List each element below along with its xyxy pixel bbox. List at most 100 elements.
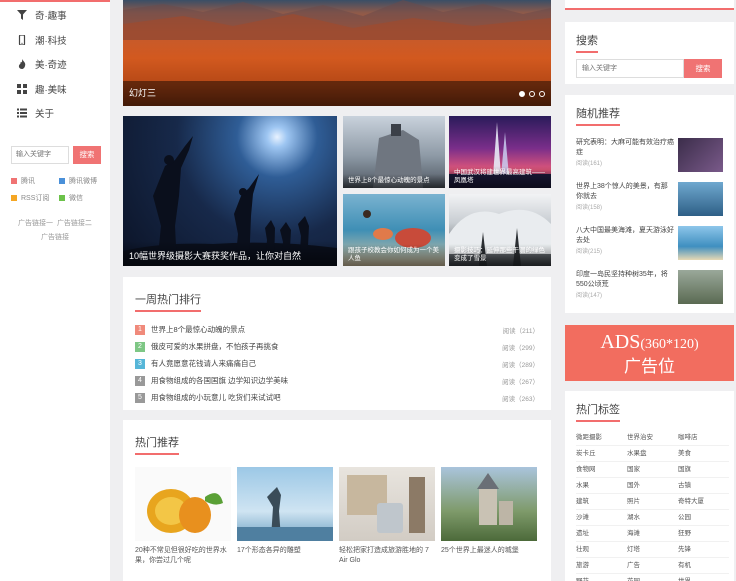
recommend-item[interactable]: 17个形态各异的雕塑	[237, 467, 333, 566]
gallery-item[interactable]: 中国武汉将建世界最高建筑——凤凰塔	[449, 116, 551, 188]
sidebar-item-meiqiji[interactable]: 美·奇迹	[0, 52, 110, 77]
tag-link[interactable]: 古镇	[678, 478, 729, 494]
slider-dot[interactable]	[519, 91, 525, 97]
sidebar-item-label: 美·奇迹	[35, 60, 67, 72]
tag-link[interactable]: 照片	[627, 494, 678, 510]
recommend-text: 25个世界上最迷人的城堡	[441, 547, 519, 554]
ranking-views: 阅读（263）	[502, 395, 539, 403]
random-title: 八大中国最美海滩，夏天游泳好去处	[576, 227, 674, 244]
right-search-input[interactable]	[576, 59, 684, 78]
random-item[interactable]: 印度一岛民坚持种树35年，将550公顷荒 阅读(147)	[576, 270, 723, 304]
sidebar-nav: 奇·趣事 潮·科技 美·奇迹 趣·美味 关于	[0, 3, 110, 126]
rank-badge: 2	[135, 341, 145, 352]
ranking-list: 1 世界上8个最惊心动魄的景点 阅读（211） 2 俄皮可爱的水果拼盘，不怕孩子…	[135, 321, 539, 406]
slider-dots	[519, 91, 545, 97]
tag-link[interactable]: 公园	[678, 510, 729, 526]
tag-link[interactable]: 咖啡店	[678, 430, 729, 446]
random-recommend: 随机推荐 研究表明：大麻可能有效治疗癌症 阅读(161) 世界上38个惊人的美景…	[565, 95, 734, 313]
tag-link[interactable]: 国家	[627, 462, 678, 478]
tag-link[interactable]: 壮观	[576, 542, 627, 558]
gallery-featured[interactable]: 10幅世界级摄影大赛获奖作品，让你对自然	[123, 116, 337, 266]
link-tencent[interactable]: 腾讯	[11, 176, 59, 186]
tag-link[interactable]: 海滩	[627, 526, 678, 542]
tag-link[interactable]: 微距摄影	[576, 430, 627, 446]
rank-badge: 3	[135, 358, 145, 369]
gallery-featured-caption: 10幅世界级摄影大赛获奖作品，让你对自然	[123, 241, 337, 266]
random-views: 阅读(215)	[576, 249, 603, 255]
tag-link[interactable]: 野花	[576, 574, 627, 581]
slider-caption-bar	[123, 81, 551, 106]
sidebar-item-quneiwei[interactable]: 趣·美味	[0, 77, 110, 102]
tag-link[interactable]: 食物网	[576, 462, 627, 478]
ad-link[interactable]: 广告链接一	[18, 220, 53, 227]
tag-link[interactable]: 国旗	[678, 462, 729, 478]
ad-link[interactable]: 广告链接	[41, 234, 69, 241]
tag-link[interactable]: 狂野	[678, 526, 729, 542]
ad-line-2: 广告位	[624, 357, 675, 376]
link-tencent-weibo[interactable]: 腾讯微博	[59, 176, 107, 186]
ad-link[interactable]: 广告链接二	[57, 220, 92, 227]
random-title: 印度一岛民坚持种树35年，将550公顷荒	[576, 271, 668, 288]
tag-link[interactable]: 花园	[627, 574, 678, 581]
slider[interactable]: 幻灯三	[123, 0, 551, 106]
gallery-item[interactable]: 跟孩子校教会你如何成为一个美人鱼	[343, 194, 445, 266]
tag-link[interactable]: 世界	[678, 574, 729, 581]
ranking-row[interactable]: 5 用食物组成的小玩意儿 吃货们来试试吧 阅读（263）	[135, 389, 539, 406]
tag-link[interactable]: 旅游	[576, 558, 627, 574]
photo-gallery: 10幅世界级摄影大赛获奖作品，让你对自然 世界上8个最惊心动魄的景点 中国武汉将…	[123, 116, 551, 266]
section-title: 热门标签	[576, 401, 620, 422]
right-search-button[interactable]: 搜索	[684, 59, 722, 78]
link-wechat[interactable]: 微信	[59, 193, 107, 203]
ad-banner[interactable]: ADS(360*120) 广告位	[565, 325, 734, 381]
slider-caption: 幻灯三	[129, 88, 157, 98]
recommend-text: 17个形态各异的雕塑	[237, 547, 301, 554]
random-item[interactable]: 八大中国最美海滩，夏天游泳好去处 阅读(215)	[576, 226, 723, 260]
sidebar-item-about[interactable]: 关于	[0, 101, 110, 126]
random-item[interactable]: 世界上38个惊人的美景，有那你就去 阅读(158)	[576, 182, 723, 216]
ranking-row[interactable]: 4 用食物组成的各国国旗 边学知识边学美味 阅读（267）	[135, 372, 539, 389]
tag-link[interactable]: 建筑	[576, 494, 627, 510]
ranking-row[interactable]: 1 世界上8个最惊心动魄的景点 阅读（211）	[135, 321, 539, 338]
sidebar-links: 腾讯 腾讯微博 RSS订阅 微信	[11, 176, 110, 203]
recommend-grid: 20种不常见但很好吃的世界水果，你尝过几个呢 17个形态各异的雕塑 轻松把家打造…	[135, 467, 539, 566]
right-top-box	[565, 0, 734, 10]
tag-link[interactable]: 美食	[678, 446, 729, 462]
recommend-item[interactable]: 轻松把家打造成旅游胜地的 7 Air Glo	[339, 467, 435, 566]
tag-link[interactable]: 沙滩	[576, 510, 627, 526]
random-thumb	[678, 138, 723, 172]
rank-badge: 1	[135, 324, 145, 335]
slider-dot[interactable]	[539, 91, 545, 97]
tag-link[interactable]: 先锋	[678, 542, 729, 558]
sidebar-item-chaokeji[interactable]: 潮·科技	[0, 28, 110, 53]
sidebar-search-input[interactable]	[11, 145, 69, 164]
tag-link[interactable]: 国外	[627, 478, 678, 494]
recommend-item[interactable]: 25个世界上最迷人的城堡	[441, 467, 537, 566]
tag-link[interactable]: 遗址	[576, 526, 627, 542]
tag-link[interactable]: 灯塔	[627, 542, 678, 558]
tag-link[interactable]: 水果盘	[627, 446, 678, 462]
link-rss[interactable]: RSS订阅	[11, 193, 59, 203]
random-item[interactable]: 研究表明：大麻可能有效治疗癌症 阅读(161)	[576, 138, 723, 172]
sidebar-accent-line	[0, 0, 110, 2]
link-label: 腾讯微博	[69, 177, 97, 185]
sidebar-item-qiqushi[interactable]: 奇·趣事	[0, 3, 110, 28]
ranking-row[interactable]: 2 俄皮可爱的水果拼盘，不怕孩子再挑食 阅读（299）	[135, 338, 539, 355]
tag-link[interactable]: 有机	[678, 558, 729, 574]
sidebar-search-button[interactable]: 搜索	[73, 145, 101, 164]
tag-link[interactable]: 炭卡丘	[576, 446, 627, 462]
gallery-item-caption: 世界上8个最惊心动魄的景点	[343, 174, 445, 188]
tag-link[interactable]: 世界治安	[627, 430, 678, 446]
slider-dot[interactable]	[529, 91, 535, 97]
tag-link[interactable]: 广告	[627, 558, 678, 574]
tag-link[interactable]: 奇特大厦	[678, 494, 729, 510]
random-text-block: 印度一岛民坚持种树35年，将550公顷荒 阅读(147)	[576, 270, 674, 304]
tag-link[interactable]: 湖水	[627, 510, 678, 526]
ranking-title: 用食物组成的小玩意儿 吃货们来试试吧	[151, 393, 281, 402]
ranking-row[interactable]: 3 有人竟愿意花钱请人来痛痛自己 阅读（289）	[135, 355, 539, 372]
gallery-item[interactable]: 世界上8个最惊心动魄的景点	[343, 116, 445, 188]
tag-link[interactable]: 水果	[576, 478, 627, 494]
random-text-block: 八大中国最美海滩，夏天游泳好去处 阅读(215)	[576, 226, 674, 260]
recommend-item[interactable]: 20种不常见但很好吃的世界水果，你尝过几个呢	[135, 467, 231, 566]
gallery-item[interactable]: 摄影技巧：延伸那些干涸的绿色变成了雪景	[449, 194, 551, 266]
ranking-views: 阅读（289）	[502, 361, 539, 369]
